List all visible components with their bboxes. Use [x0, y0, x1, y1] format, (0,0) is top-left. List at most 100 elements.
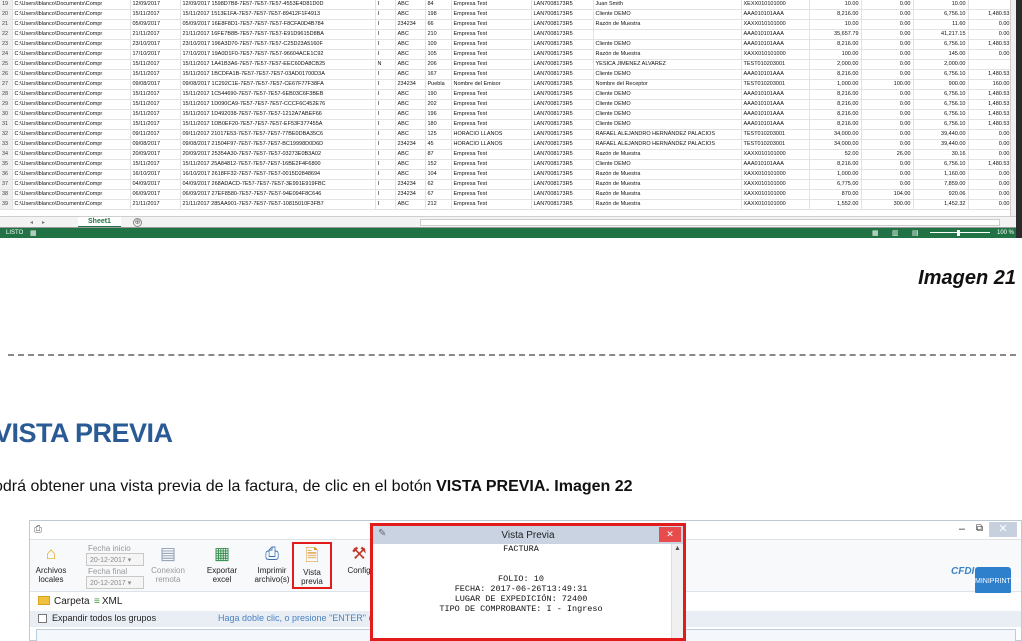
table-cell[interactable]: C:\Users\lblanco\Documents\Compr [12, 199, 131, 210]
row-number[interactable]: 20 [0, 9, 13, 20]
table-cell[interactable]: 15/11/2017 [130, 9, 181, 20]
macro-record-icon[interactable]: ▦ [30, 229, 37, 237]
row-number[interactable]: 31 [0, 119, 13, 130]
table-cell[interactable]: C:\Users\lblanco\Documents\Compr [12, 109, 131, 120]
table-cell[interactable]: ABC [395, 119, 426, 130]
table-cell[interactable]: 1,000.00 [809, 79, 862, 90]
table-cell[interactable]: 84 [425, 0, 452, 10]
table-cell[interactable]: 196 [425, 109, 452, 120]
table-cell[interactable]: 6,756.10 [913, 109, 969, 120]
table-cell[interactable]: 6,756.10 [913, 69, 969, 80]
table-cell[interactable]: 180 [425, 119, 452, 130]
table-cell[interactable]: LAN7008173R5 [531, 119, 594, 130]
table-cell[interactable]: 1,480.53 [968, 109, 1013, 120]
table-cell[interactable]: Cliente DEMO [593, 119, 742, 130]
table-cell[interactable]: Empresa Test [451, 49, 532, 60]
table-cell[interactable]: Empresa Test [451, 59, 532, 70]
table-cell[interactable]: Cliente DEMO [593, 109, 742, 120]
table-cell[interactable]: I [375, 89, 396, 100]
row-number[interactable]: 39 [0, 199, 13, 210]
table-cell[interactable]: 15/11/2017 [130, 159, 181, 170]
table-cell[interactable]: 6,756.10 [913, 89, 969, 100]
table-cell[interactable]: HORACIO LLANOS [451, 129, 532, 140]
table-cell[interactable]: 23/10/2017 196A3D70-7E57-7E57-7E57-C25D2… [180, 39, 376, 50]
table-cell[interactable]: 206 [425, 59, 452, 70]
table-cell[interactable]: XAXX010101000 [741, 19, 810, 30]
table-cell[interactable]: 39,440.00 [913, 129, 969, 140]
table-cell[interactable]: Razón de Muestra [593, 169, 742, 180]
table-cell[interactable]: 0.00 [861, 0, 914, 10]
table-cell[interactable]: Empresa Test [451, 19, 532, 30]
row-number[interactable]: 38 [0, 189, 13, 200]
row-number[interactable]: 34 [0, 149, 13, 160]
sheet-nav-next-icon[interactable]: ▸ [42, 219, 45, 226]
table-cell[interactable]: 198 [425, 9, 452, 20]
table-cell[interactable]: Empresa Test [451, 199, 532, 210]
table-cell[interactable]: 100.00 [809, 49, 862, 60]
table-cell[interactable]: 05/09/2017 [130, 19, 181, 30]
table-cell[interactable]: C:\Users\lblanco\Documents\Compr [12, 69, 131, 80]
table-cell[interactable]: 105 [425, 49, 452, 60]
table-cell[interactable]: 0.00 [861, 119, 914, 130]
row-number[interactable]: 32 [0, 129, 13, 140]
table-cell[interactable]: 66 [425, 19, 452, 30]
table-cell[interactable]: C:\Users\lblanco\Documents\Compr [12, 29, 131, 40]
table-cell[interactable]: AAA010101AAA [741, 159, 810, 170]
table-cell[interactable]: LAN7008173R5 [531, 109, 594, 120]
table-cell[interactable]: I [375, 49, 396, 60]
table-cell[interactable]: 6,756.10 [913, 39, 969, 50]
table-cell[interactable]: 20/09/2017 25354A30-7E57-7E57-7E57-03273… [180, 149, 376, 160]
table-cell[interactable]: 15/11/2017 [130, 119, 181, 130]
table-cell[interactable]: 09/11/2017 [130, 129, 181, 140]
table-cell[interactable]: C:\Users\lblanco\Documents\Compr [12, 59, 131, 70]
table-cell[interactable]: 41,217.15 [913, 29, 969, 40]
table-cell[interactable]: Empresa Test [451, 0, 532, 10]
table-cell[interactable]: 8,216.00 [809, 109, 862, 120]
table-cell[interactable]: LAN7008173R5 [531, 199, 594, 210]
table-cell[interactable]: LAN7008173R5 [531, 129, 594, 140]
table-cell[interactable]: LAN7008173R5 [531, 0, 594, 10]
table-cell[interactable]: LAN7008173R5 [531, 49, 594, 60]
table-cell[interactable]: 0.00 [968, 49, 1013, 60]
table-cell[interactable]: Empresa Test [451, 189, 532, 200]
table-cell[interactable]: 21/11/2017 16FE7B8B-7E57-7E57-7E57-E91D9… [180, 29, 376, 40]
table-cell[interactable]: TEST010203001 [741, 79, 810, 90]
table-cell[interactable]: TEST010203001 [741, 129, 810, 140]
row-number[interactable]: 30 [0, 109, 13, 120]
table-cell[interactable]: 10.00 [809, 0, 862, 10]
table-cell[interactable]: Empresa Test [451, 119, 532, 130]
table-cell[interactable]: 52.00 [809, 149, 862, 160]
table-cell[interactable]: C:\Users\lblanco\Documents\Compr [12, 9, 131, 20]
table-cell[interactable]: ABC [395, 99, 426, 110]
table-cell[interactable]: Empresa Test [451, 179, 532, 190]
table-cell[interactable]: 04/09/2017 [130, 179, 181, 190]
conexion-remota-button[interactable]: ▤ Conexion remota [148, 544, 188, 584]
table-cell[interactable]: C:\Users\lblanco\Documents\Compr [12, 79, 131, 90]
table-cell[interactable]: ABC [395, 0, 426, 10]
table-cell[interactable]: 15/11/2017 1513E1FA-7E57-7E57-7E57-89412… [180, 9, 376, 20]
table-cell[interactable]: 15/11/2017 1DB0EF20-7E57-7E57-7E57-EF53F… [180, 119, 376, 130]
table-cell[interactable]: LAN7008173R5 [531, 19, 594, 30]
table-cell[interactable]: 0.00 [861, 49, 914, 60]
table-cell[interactable]: Empresa Test [451, 39, 532, 50]
row-number[interactable]: 35 [0, 159, 13, 170]
table-cell[interactable]: 16/10/2017 [130, 169, 181, 180]
row-number[interactable]: 19 [0, 0, 13, 10]
table-cell[interactable]: 0.00 [861, 19, 914, 30]
row-number[interactable]: 27 [0, 79, 13, 90]
table-cell[interactable]: 0.00 [861, 129, 914, 140]
table-cell[interactable]: 0.00 [861, 159, 914, 170]
table-cell[interactable]: 30.16 [913, 149, 969, 160]
table-cell[interactable]: Empresa Test [451, 29, 532, 40]
table-cell[interactable]: 6,775.00 [809, 179, 862, 190]
row-number[interactable]: 33 [0, 139, 13, 150]
table-cell[interactable]: LAN7008173R5 [531, 189, 594, 200]
table-cell[interactable]: 145.00 [913, 49, 969, 60]
add-sheet-icon[interactable]: ⊕ [133, 218, 142, 227]
normal-view-icon[interactable]: ▦ [872, 229, 879, 237]
table-cell[interactable]: Cliente DEMO [593, 9, 742, 20]
table-cell[interactable]: LAN7008173R5 [531, 179, 594, 190]
table-cell[interactable]: Empresa Test [451, 169, 532, 180]
table-cell[interactable]: LAN7008173R5 [531, 59, 594, 70]
table-cell[interactable]: LAN7008173R5 [531, 169, 594, 180]
